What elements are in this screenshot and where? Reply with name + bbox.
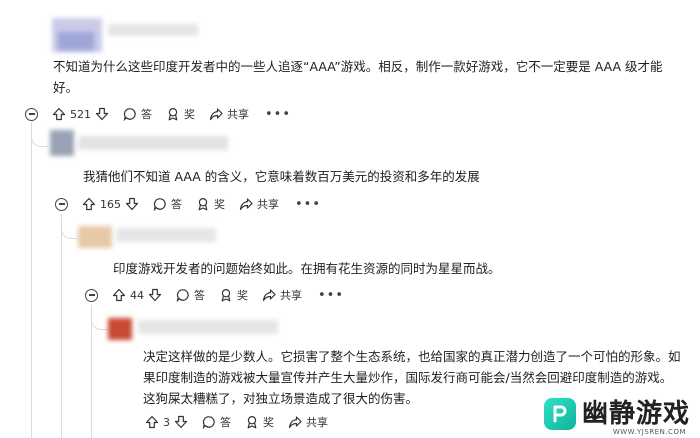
collapse-icon[interactable] xyxy=(25,107,38,121)
award-button[interactable]: 奖 xyxy=(196,196,225,212)
username-redacted xyxy=(138,320,278,334)
more-options-icon[interactable]: ••• xyxy=(265,107,291,122)
thread-elbow xyxy=(61,214,78,239)
upvote-icon[interactable] xyxy=(112,288,126,302)
thread-line xyxy=(31,122,32,438)
avatar[interactable] xyxy=(50,130,74,156)
reply-label: 答 xyxy=(141,108,152,121)
comment-action-bar: 3 答 奖 共享 xyxy=(145,412,342,432)
award-button[interactable]: 奖 xyxy=(166,106,195,122)
collapse-icon[interactable] xyxy=(85,288,98,302)
comment-icon xyxy=(202,415,216,429)
share-icon xyxy=(288,415,302,429)
downvote-icon[interactable] xyxy=(125,197,139,211)
share-button[interactable]: 共享 xyxy=(288,414,328,430)
avatar[interactable] xyxy=(78,226,112,248)
reply-button[interactable]: 答 xyxy=(176,287,205,303)
thread-line xyxy=(61,214,62,438)
vote-count: 521 xyxy=(70,107,91,121)
vote-count: 165 xyxy=(100,197,121,211)
comment-action-bar: 44 答 奖 共享 ••• xyxy=(85,285,344,305)
downvote-icon[interactable] xyxy=(95,107,109,121)
thread-elbow xyxy=(91,305,108,330)
downvote-icon[interactable] xyxy=(148,288,162,302)
reply-label: 答 xyxy=(220,416,231,429)
share-button[interactable]: 共享 xyxy=(262,287,302,303)
share-label: 共享 xyxy=(306,416,328,429)
collapse-icon[interactable] xyxy=(55,197,68,211)
vote-count: 44 xyxy=(130,288,144,302)
reply-label: 答 xyxy=(171,198,182,211)
comment-body: 印度游戏开发者的问题始终如此。在拥有花生资源的同时为星星而战。 xyxy=(113,261,501,276)
avatar xyxy=(58,32,94,50)
share-label: 共享 xyxy=(227,108,249,121)
share-label: 共享 xyxy=(257,198,279,211)
username-redacted xyxy=(108,24,198,36)
comment-icon xyxy=(123,107,137,121)
reply-button[interactable]: 答 xyxy=(202,414,231,430)
comment-body: 不知道为什么这些印度开发者中的一些人追逐“AAA”游戏。相反，制作一款好游戏，它… xyxy=(53,59,663,95)
award-button[interactable]: 奖 xyxy=(245,414,274,430)
award-button[interactable]: 奖 xyxy=(219,287,248,303)
award-icon xyxy=(219,288,233,302)
upvote-icon[interactable] xyxy=(82,197,96,211)
more-options-icon[interactable]: ••• xyxy=(295,197,321,212)
award-icon xyxy=(166,107,180,121)
username-redacted xyxy=(78,136,228,150)
upvote-icon[interactable] xyxy=(145,415,159,429)
thread-elbow xyxy=(31,122,48,147)
vote-count: 3 xyxy=(163,415,170,429)
watermark-url: WWW.YJSREN.COM xyxy=(612,428,686,436)
comment-icon xyxy=(176,288,190,302)
award-label: 奖 xyxy=(214,198,225,211)
avatar[interactable] xyxy=(108,318,132,340)
award-label: 奖 xyxy=(237,289,248,302)
share-icon xyxy=(262,288,276,302)
share-button[interactable]: 共享 xyxy=(209,106,249,122)
watermark-title: 幽静游戏 xyxy=(581,399,690,429)
reply-button[interactable]: 答 xyxy=(123,106,152,122)
share-icon xyxy=(209,107,223,121)
award-icon xyxy=(196,197,210,211)
upvote-icon[interactable] xyxy=(52,107,66,121)
comment-icon xyxy=(153,197,167,211)
watermark: 幽静游戏 xyxy=(543,398,690,430)
username-redacted xyxy=(116,228,216,242)
award-label: 奖 xyxy=(263,416,274,429)
more-options-icon[interactable]: ••• xyxy=(318,288,344,303)
share-label: 共享 xyxy=(280,289,302,302)
share-button[interactable]: 共享 xyxy=(239,196,279,212)
comment-action-bar: 165 答 奖 共享 ••• xyxy=(55,194,321,214)
award-icon xyxy=(245,415,259,429)
award-label: 奖 xyxy=(184,108,195,121)
comment-body: 我猜他们不知道 AAA 的含义，它意味着数百万美元的投资和多年的发展 xyxy=(83,169,480,184)
comment-action-bar: 521 答 奖 共享 ••• xyxy=(25,104,291,124)
downvote-icon[interactable] xyxy=(174,415,188,429)
reply-button[interactable]: 答 xyxy=(153,196,182,212)
watermark-logo-icon xyxy=(543,398,576,430)
reply-label: 答 xyxy=(194,289,205,302)
share-icon xyxy=(239,197,253,211)
